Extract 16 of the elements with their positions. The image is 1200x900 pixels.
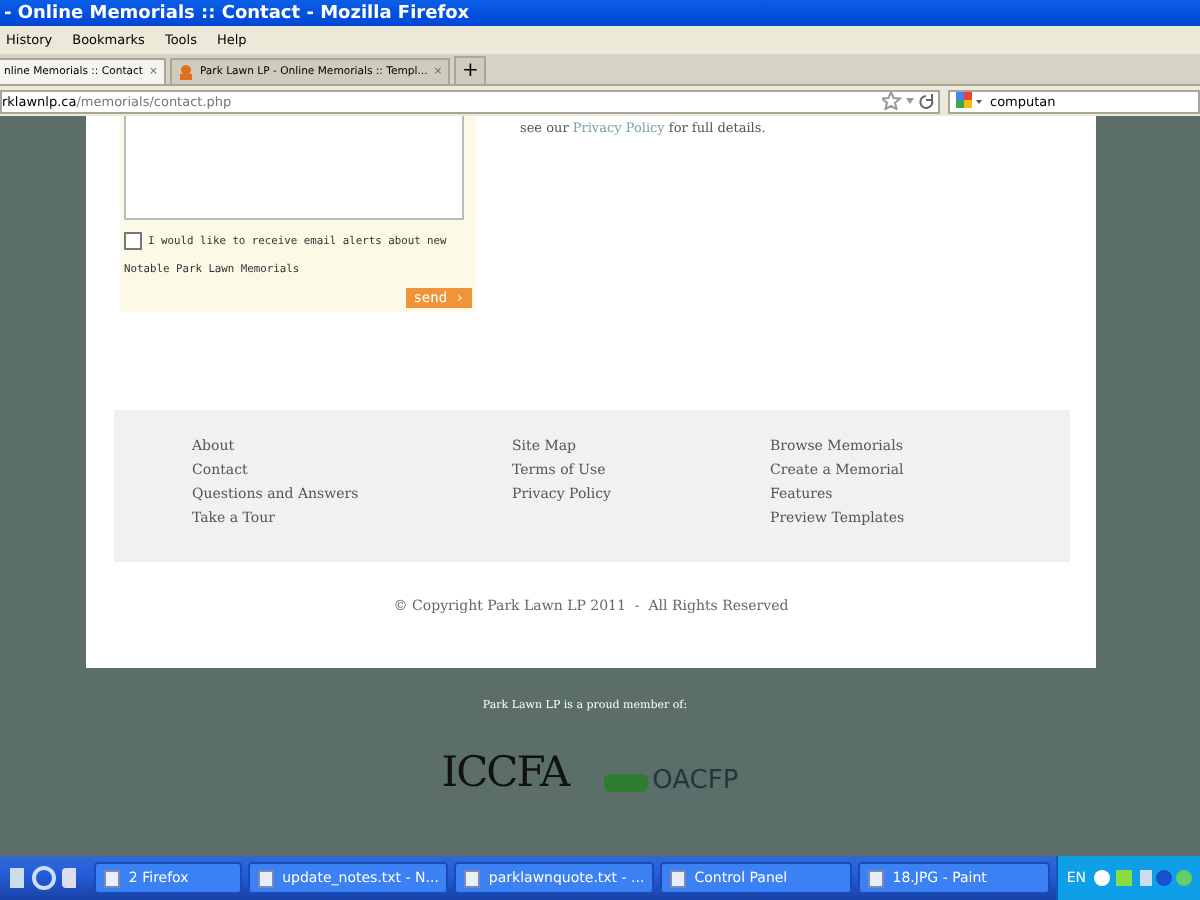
- association-logo: ICCFA: [441, 748, 569, 796]
- favicon-icon: [177, 64, 194, 80]
- bookmark-star-icon[interactable]: [882, 92, 938, 110]
- app-icon: [464, 869, 481, 887]
- tray-icons[interactable]: [1092, 868, 1192, 888]
- association-logo: OACFP: [604, 766, 739, 796]
- new-tab-button[interactable]: +: [454, 56, 487, 84]
- quick-launch-icons[interactable]: [8, 866, 77, 890]
- search-engine-icon[interactable]: [956, 92, 984, 110]
- app-icon: [258, 869, 275, 887]
- message-field[interactable]: [124, 116, 464, 220]
- app-icon: [868, 869, 885, 887]
- checkbox[interactable]: [124, 232, 142, 250]
- window-title: - Online Memorials :: Contact - Mozilla Firefox: [0, 0, 1200, 26]
- app-icon: [670, 869, 687, 887]
- app-icon: [104, 869, 121, 887]
